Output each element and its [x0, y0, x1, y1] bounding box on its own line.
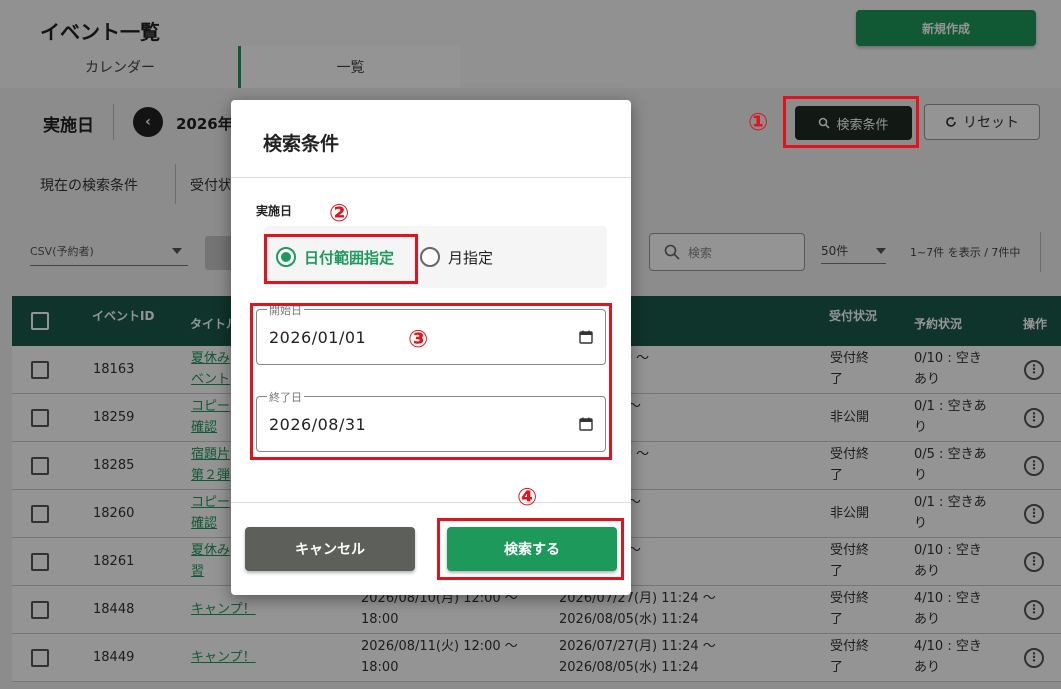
annotation-4: ④	[517, 483, 538, 511]
radio-month-label: 月指定	[448, 248, 494, 267]
divider	[231, 177, 631, 178]
dialog-title: 検索条件	[263, 133, 340, 155]
highlight-date-range-fields	[250, 303, 612, 460]
annotation-1: ①	[748, 108, 769, 136]
highlight-search-condition	[783, 96, 919, 148]
radio-unselected-icon	[420, 247, 440, 267]
cancel-button[interactable]: キャンセル	[245, 527, 415, 571]
search-condition-dialog: 検索条件 実施日 ② 日付範囲指定 月指定 開始日 2026/01/01 ③ 終…	[231, 100, 631, 595]
divider	[231, 502, 631, 503]
date-section-label: 実施日	[256, 204, 293, 218]
annotation-2: ②	[329, 199, 350, 227]
radio-month[interactable]: 月指定	[420, 226, 493, 288]
highlight-date-range	[264, 234, 418, 284]
highlight-search-submit	[437, 518, 624, 580]
